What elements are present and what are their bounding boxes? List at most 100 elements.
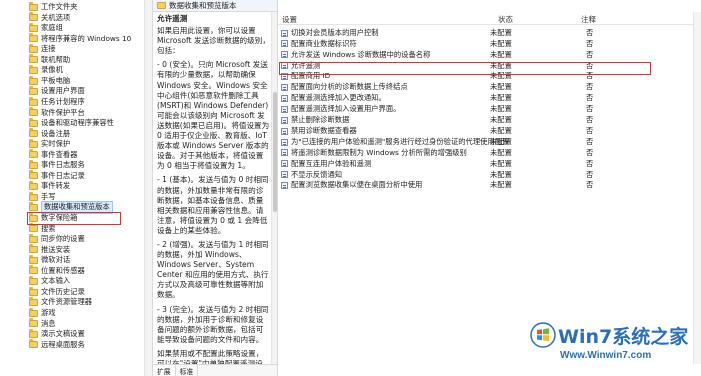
setting-name: 切换对会员版本的用户控制 xyxy=(291,27,379,37)
tree-item[interactable]: 设备和驱动程序兼容性 xyxy=(20,117,114,128)
tree-item[interactable]: 连接 xyxy=(20,43,56,54)
tree-item[interactable]: 工作文件夹 xyxy=(20,1,78,12)
folder-icon xyxy=(29,64,38,74)
setting-row[interactable]: 切换对会员版本的用户控制 未配置 否 xyxy=(278,28,701,39)
settings-table-header: 设置 状态 注释 xyxy=(278,12,701,25)
description-body: 允许遥测 如果启用此设置，你可以设置 Microsoft 发送诊断数据的级别，包… xyxy=(157,14,270,376)
tree-item[interactable]: 任务计划程序 xyxy=(20,96,85,107)
tree-item-label: 家庭组 xyxy=(41,23,63,33)
setting-row[interactable]: 配置遥测选择加入设置用户界面。 未配置 否 xyxy=(278,104,701,115)
setting-state: 未配置 xyxy=(490,147,512,157)
description-paragraph: - 3 (完全)。发送与值为 2 时相同的数据，外加用于诊断和修复设备问题的额外… xyxy=(157,304,269,344)
tree-item[interactable]: 联机帮助 xyxy=(20,54,70,65)
setting-row[interactable]: 配置商业数据标识符 未配置 否 xyxy=(278,38,701,49)
setting-comment: 否 xyxy=(586,82,594,92)
tree-item[interactable]: 文件资源管理器 xyxy=(20,297,92,307)
tree-item[interactable]: 软件保护平台 xyxy=(20,107,85,118)
tree-item[interactable]: 演示文稿设置 xyxy=(20,328,85,339)
tree-item[interactable]: 将程序兼容的 Windows 10 xyxy=(20,33,131,44)
settings-scrollbar[interactable] xyxy=(693,12,701,364)
tree-item[interactable]: 远程桌面服务 xyxy=(20,339,85,350)
policy-setting-icon xyxy=(281,51,288,59)
tree-item-label: 事件查看器 xyxy=(41,149,78,159)
tree-item[interactable]: 实时保护 xyxy=(20,138,70,149)
folder-icon xyxy=(29,54,38,64)
folder-icon xyxy=(29,117,38,127)
tree-item[interactable]: 平板电脑 xyxy=(20,75,70,86)
tree-scrollbar[interactable] xyxy=(144,0,152,376)
tree-item-label: 任务计划程序 xyxy=(41,96,85,106)
folder-icon xyxy=(29,307,38,317)
setting-comment: 否 xyxy=(586,38,594,48)
tree-item-label: 文件历史记录 xyxy=(41,286,85,296)
tree-item[interactable]: 事件日志服务 xyxy=(20,159,85,170)
tree-item[interactable]: 文件历史记录 xyxy=(20,286,85,297)
tree-item-label: 微软对话 xyxy=(41,255,71,265)
policy-setting-icon xyxy=(281,160,288,168)
folder-icon xyxy=(29,244,38,254)
setting-comment: 否 xyxy=(586,27,594,37)
tree-item[interactable]: 位置和传感器 xyxy=(20,265,85,276)
policy-setting-icon xyxy=(281,138,288,146)
setting-row[interactable]: 配置面向分析的诊断数据上传终结点 未配置 否 xyxy=(278,82,701,93)
tree-item[interactable]: 录像机 xyxy=(20,64,63,75)
setting-row[interactable]: 禁用诊断数据查看器 未配置 否 xyxy=(278,126,701,137)
folder-icon xyxy=(29,233,38,243)
tree-item[interactable]: 家庭组 xyxy=(20,22,63,33)
setting-row[interactable]: 配置遥测选择加入更改通知。 未配置 否 xyxy=(278,93,701,104)
column-header-state[interactable]: 状态 xyxy=(498,14,513,25)
watermark-title: Win7系统之家 xyxy=(558,326,689,348)
tree-item[interactable]: 事件日志记录 xyxy=(20,170,85,181)
setting-row[interactable]: 禁止删除诊断数据 未配置 否 xyxy=(278,115,701,126)
tree-item[interactable]: 文本输入 xyxy=(20,275,70,286)
folder-icon xyxy=(29,286,38,296)
tree-item-label: 录像机 xyxy=(41,65,63,75)
folder-icon xyxy=(29,181,38,191)
view-tabs: 扩展 标准 xyxy=(153,364,277,376)
tree-item[interactable]: 设备注册 xyxy=(20,128,70,139)
setting-comment: 否 xyxy=(586,169,594,179)
tree-item-label: 关机选项 xyxy=(41,12,71,22)
setting-row[interactable]: 配置互连用户体验和遥测 未配置 否 xyxy=(278,158,701,169)
tree-item-label: 同步你的设置 xyxy=(41,234,85,244)
tree-item[interactable]: 事件转发 xyxy=(20,181,70,191)
tree-item[interactable]: 游戏 xyxy=(20,307,56,318)
description-scroll-thumb[interactable] xyxy=(273,92,277,212)
policy-setting-icon xyxy=(281,40,288,48)
description-paragraph: 如果启用此设置，你可以设置 Microsoft 发送诊断数据的级别，包括： xyxy=(157,26,270,56)
setting-row[interactable]: 为"已连接的用户体验和遥测"服务进行经过身份验证的代理使用配置 未配置 否 xyxy=(278,137,701,148)
policy-setting-icon xyxy=(281,84,288,91)
column-header-setting[interactable]: 设置 xyxy=(282,14,297,25)
tree-item-label: 工作文件夹 xyxy=(41,2,78,11)
setting-name: 将遥测诊断数据限制为 Windows 分析所需的增强级别 xyxy=(291,147,467,157)
tree-item[interactable]: 关机选项 xyxy=(20,12,71,23)
tab-extended[interactable]: 扩展 xyxy=(153,365,176,376)
policy-setting-icon xyxy=(281,105,288,113)
folder-icon xyxy=(29,43,38,53)
policy-setting-icon xyxy=(281,94,288,102)
policy-title: 允许遥测 xyxy=(157,14,188,23)
watermark-url: Www.Winwin7.com xyxy=(560,350,652,361)
description-scrollbar[interactable] xyxy=(271,12,277,364)
tree-item-label: 设备和驱动程序兼容性 xyxy=(41,118,114,128)
setting-row[interactable]: 将遥测诊断数据限制为 Windows 分析所需的增强级别 未配置 否 xyxy=(278,147,701,158)
tree-item[interactable]: 搜索 xyxy=(20,223,56,234)
setting-row[interactable]: 不显示反馈通知 未配置 否 xyxy=(278,169,701,180)
folder-icon xyxy=(29,297,38,307)
tree-item[interactable]: 事件查看器 xyxy=(20,149,78,160)
tree-item[interactable]: 微软对话 xyxy=(20,254,71,265)
policy-setting-icon xyxy=(281,149,288,157)
tab-standard[interactable]: 标准 xyxy=(176,365,199,376)
setting-row[interactable]: 允许发送 Windows 诊断数据中的设备名称 未配置 否 xyxy=(278,49,701,60)
setting-state: 未配置 xyxy=(490,49,512,59)
tree-item[interactable]: 设置用户界面 xyxy=(20,86,85,96)
tree-item-label: 游戏 xyxy=(41,307,56,317)
tree-item[interactable]: 推送安装 xyxy=(20,244,70,255)
setting-row[interactable]: 配置浏览数据收集以便在桌面分析中使用 未配置 否 xyxy=(278,180,701,191)
column-header-comment[interactable]: 注释 xyxy=(581,14,596,25)
setting-comment: 否 xyxy=(586,104,594,114)
tree-item[interactable]: 同步你的设置 xyxy=(20,233,85,244)
folder-icon xyxy=(29,96,38,106)
tree-item[interactable]: 消息 xyxy=(20,318,56,329)
setting-state: 未配置 xyxy=(490,104,512,114)
